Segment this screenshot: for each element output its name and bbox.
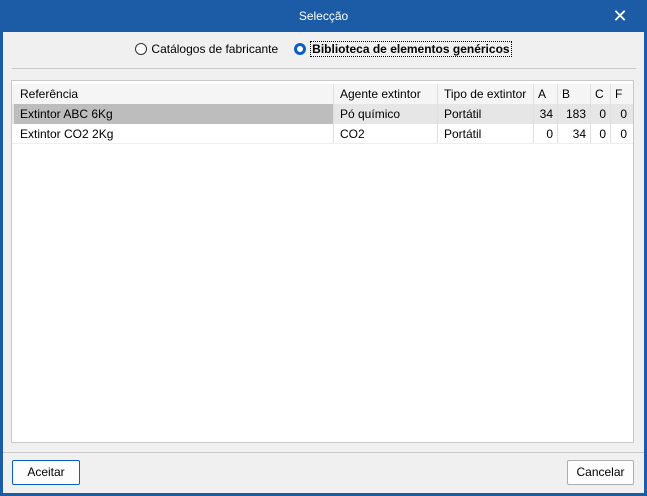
cell-f: 0 bbox=[620, 127, 627, 141]
cell-reference: Extintor CO2 2Kg bbox=[14, 124, 334, 143]
divider bbox=[12, 68, 636, 69]
cell-reference: Extintor ABC 6Kg bbox=[14, 104, 334, 124]
cell-c: 0 bbox=[591, 124, 611, 143]
cell-agent: CO2 bbox=[334, 124, 438, 143]
source-radio-group: Catálogos de fabricante Biblioteca de el… bbox=[3, 40, 644, 58]
cell-b: 34 bbox=[558, 124, 591, 143]
radio-label: Biblioteca de elementos genéricos bbox=[310, 41, 512, 57]
dialog-body: Catálogos de fabricante Biblioteca de el… bbox=[3, 32, 644, 493]
elements-table[interactable]: Referência Agente extintor Tipo de extin… bbox=[11, 80, 634, 443]
radio-icon[interactable] bbox=[135, 43, 148, 55]
col-header-f[interactable]: F bbox=[611, 84, 631, 104]
cell-type: Portátil bbox=[438, 104, 534, 124]
table-row[interactable]: Extintor ABC 6Kg Pó químico Portátil 34 … bbox=[12, 104, 633, 124]
accept-button[interactable]: Aceitar bbox=[12, 460, 80, 485]
cell-a: 34 bbox=[534, 104, 558, 124]
radio-manufacturer-catalogs[interactable]: Catálogos de fabricante bbox=[135, 42, 278, 56]
cell-b: 183 bbox=[558, 104, 591, 124]
table-row[interactable]: Extintor CO2 2Kg CO2 Portátil 0 34 0 0 bbox=[12, 124, 633, 144]
cell-c: 0 bbox=[591, 104, 611, 124]
cell-agent: Pó químico bbox=[334, 104, 438, 124]
cell-f: 0 bbox=[620, 107, 627, 121]
cell-type: Portátil bbox=[438, 124, 534, 143]
col-header-b[interactable]: B bbox=[558, 84, 591, 104]
cell-a: 0 bbox=[534, 124, 558, 143]
col-header-c[interactable]: C bbox=[591, 84, 611, 104]
radio-generic-library[interactable]: Biblioteca de elementos genéricos bbox=[294, 41, 512, 57]
col-header-a[interactable]: A bbox=[534, 84, 558, 104]
table-header: Referência Agente extintor Tipo de extin… bbox=[12, 84, 633, 104]
col-header-reference[interactable]: Referência bbox=[14, 84, 334, 104]
col-header-type[interactable]: Tipo de extintor bbox=[438, 84, 534, 104]
cancel-button[interactable]: Cancelar bbox=[567, 460, 634, 485]
radio-label: Catálogos de fabricante bbox=[151, 42, 279, 56]
title-bar: Selecção bbox=[0, 0, 647, 32]
window-title: Selecção bbox=[298, 9, 349, 23]
close-button[interactable]: ✕ bbox=[605, 0, 635, 32]
col-header-agent[interactable]: Agente extintor bbox=[334, 84, 438, 104]
divider bbox=[3, 452, 644, 453]
radio-selected-icon[interactable] bbox=[294, 43, 307, 55]
